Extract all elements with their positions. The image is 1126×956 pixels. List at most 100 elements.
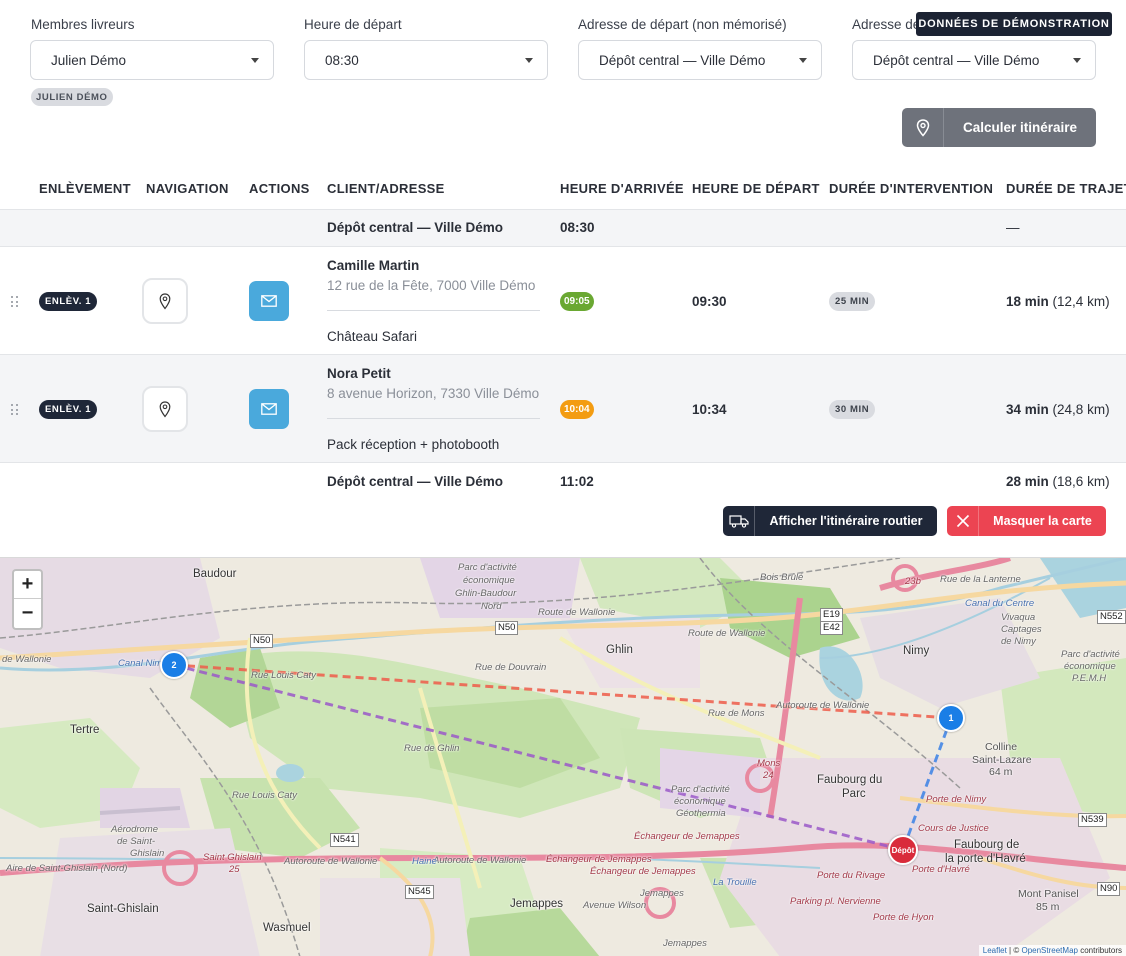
map-label: Captages (1001, 624, 1042, 635)
map-label: Jemappes (640, 888, 684, 899)
col-header-duration: DURÉE D'INTERVENTION (829, 181, 994, 196)
start-client: Dépôt central — Ville Démo (327, 220, 504, 235)
stop-marker-1[interactable]: 1 (937, 704, 965, 732)
email-button[interactable] (249, 281, 289, 321)
map-label: de Saint- (117, 836, 156, 847)
departure-time: 09:30 (692, 294, 727, 309)
show-road-route-label: Afficher l'itinéraire routier (769, 514, 923, 528)
calculate-route-label: Calculer itinéraire (962, 120, 1078, 135)
map[interactable]: Baudour Parc d'activité économique Ghlin… (0, 557, 1126, 956)
road-shield: N90 (1097, 882, 1121, 896)
map-label: Porte du Rivage (817, 870, 886, 881)
departure-time-select[interactable]: 08:30 (304, 40, 548, 80)
zoom-in-button[interactable]: + (14, 571, 41, 599)
map-label: Aérodrome (111, 824, 158, 835)
zoom-out-button[interactable]: − (14, 599, 41, 627)
map-label: Bois Brûlé (760, 572, 804, 583)
member-chip[interactable]: JULIEN DÉMO (31, 88, 113, 106)
map-label: économique (463, 575, 515, 586)
departure-time-value: 08:30 (325, 52, 359, 68)
map-label: de Wallonie (2, 654, 52, 665)
map-label: Saint-Lazare (972, 754, 1032, 766)
map-label: Rue Louis Caty (251, 670, 316, 681)
map-pin-icon (902, 108, 944, 147)
end-time: 11:02 (560, 474, 594, 489)
client-note: Château Safari (327, 329, 418, 344)
arrival-address-value: Dépôt central — Ville Démo (873, 52, 1040, 68)
map-label: Rue de Mons (708, 708, 765, 719)
truck-icon (723, 506, 755, 536)
map-label: Wasmuel (263, 922, 311, 934)
duration-badge: 25 MIN (829, 292, 876, 311)
members-select[interactable]: Julien Démo (30, 40, 274, 80)
stop-marker-2[interactable]: 2 (160, 651, 188, 679)
client-name: Nora Petit (327, 366, 391, 381)
map-label: 85 m (1036, 901, 1060, 913)
map-label: Échangeur de Jemappes (546, 854, 652, 865)
page: Membres livreurs Julien Démo JULIEN DÉMO… (0, 0, 1126, 956)
col-header-navigation: NAVIGATION (146, 181, 229, 196)
map-label: économique (1064, 661, 1116, 672)
map-label: Faubourg du (817, 774, 883, 786)
show-road-route-button[interactable]: Afficher l'itinéraire routier (723, 506, 937, 536)
col-header-trip: DURÉE DE TRAJET (1006, 181, 1126, 196)
map-label: Parc d'activité (458, 562, 517, 573)
divider (0, 209, 1126, 210)
arrival-time-badge: 10:04 (560, 400, 594, 419)
client-note: Pack réception + photobooth (327, 437, 500, 452)
map-label: Jemappes (510, 898, 564, 910)
map-label: Baudour (193, 568, 237, 580)
map-label: 23b (905, 576, 921, 587)
map-label: Aire de Saint-Ghislain (Nord) (6, 863, 128, 874)
map-label: Rue de Douvrain (475, 662, 547, 673)
road-shield: N545 (405, 885, 434, 899)
map-label: Parc d'activité (1061, 649, 1120, 660)
map-label: Canal du Centre (965, 598, 1035, 609)
road-shield: E19 (820, 608, 843, 622)
map-attribution: Leaflet | © OpenStreetMap contributors (978, 945, 1126, 956)
departure-address-label: Adresse de départ (non mémorisé) (578, 17, 787, 32)
navigation-button[interactable] (142, 386, 188, 432)
road-shield: N552 (1097, 610, 1126, 624)
depot-marker[interactable]: Dépôt (888, 835, 918, 865)
map-label: Échangeur de Jemappes (634, 831, 740, 842)
email-button[interactable] (249, 389, 289, 429)
arrival-address-select[interactable]: Dépôt central — Ville Démo (852, 40, 1096, 80)
pickup-badge: ENLÈV. 1 (39, 400, 98, 419)
leaflet-link[interactable]: Leaflet (983, 946, 1007, 955)
map-label: Vivaqua (1001, 612, 1036, 623)
map-label: Échangeur de Jemappes (590, 866, 696, 877)
map-label: Autoroute de Wallonie (776, 700, 870, 711)
road-shield: N539 (1078, 813, 1107, 827)
chevron-down-icon (799, 58, 807, 63)
drag-handle-icon[interactable] (11, 404, 19, 416)
map-label: Rue de la Lanterne (940, 574, 1021, 585)
calculate-route-button[interactable]: Calculer itinéraire (902, 108, 1096, 147)
divider (327, 418, 540, 419)
col-header-pickup: ENLÈVEMENT (39, 181, 131, 196)
attribution-separator: | © (1009, 946, 1020, 955)
road-shield: N50 (495, 621, 519, 635)
arrival-time-badge: 09:05 (560, 292, 594, 311)
col-header-departure: HEURE DE DÉPART (692, 181, 820, 196)
demo-data-badge: DONNÉES DE DÉMONSTRATION (916, 12, 1112, 36)
departure-time-label: Heure de départ (304, 17, 402, 32)
departure-address-select[interactable]: Dépôt central — Ville Démo (578, 40, 822, 80)
col-header-client: CLIENT/ADRESSE (327, 181, 445, 196)
hide-map-label: Masquer la carte (993, 514, 1092, 528)
map-label: Avenue Wilson (583, 900, 647, 911)
hide-map-button[interactable]: Masquer la carte (947, 506, 1106, 536)
map-label: Mont Panisel (1018, 888, 1079, 900)
map-label: Autoroute de Wallonie (284, 856, 378, 867)
navigation-button[interactable] (142, 278, 188, 324)
map-label: Ghlin (606, 644, 633, 656)
map-label: Ghlin-Baudour (455, 588, 517, 599)
chevron-down-icon (251, 58, 259, 63)
road-shield: N541 (330, 833, 359, 847)
map-label: Route de Wallonie (538, 607, 616, 618)
map-label: Haine (412, 856, 437, 867)
end-client: Dépôt central — Ville Démo (327, 474, 504, 489)
drag-handle-icon[interactable] (11, 296, 19, 308)
osm-link[interactable]: OpenStreetMap (1021, 946, 1077, 955)
divider (0, 462, 1126, 463)
